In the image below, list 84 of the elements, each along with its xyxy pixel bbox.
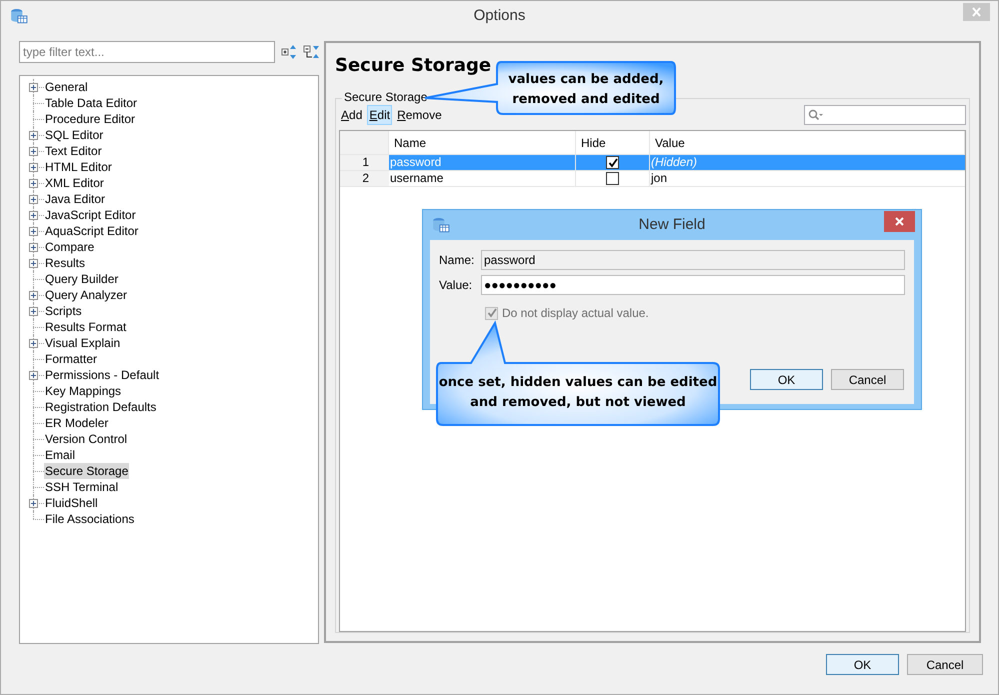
toolbar-button[interactable]: Remove [395, 105, 444, 125]
row-number: 1 [340, 155, 389, 170]
expand-icon[interactable] [29, 83, 38, 92]
tree-item[interactable]: AquaScript Editor [44, 223, 140, 239]
tree-item[interactable]: Formatter [44, 351, 98, 367]
checkbox-label: Do not display actual value. [502, 305, 649, 322]
row-number: 2 [340, 171, 389, 186]
tree-item[interactable]: Scripts [44, 303, 83, 319]
search-field[interactable] [804, 105, 966, 125]
checkmark-icon [486, 308, 496, 318]
tree-item[interactable]: Email [44, 447, 76, 463]
expand-icon[interactable] [29, 259, 38, 268]
field-label: Name: [439, 252, 476, 269]
toolbar-button[interactable]: Add [339, 105, 364, 125]
tree-item[interactable]: HTML Editor [44, 159, 113, 175]
column-header[interactable]: Value [650, 131, 965, 155]
tree-item[interactable]: Results Format [44, 319, 128, 335]
ok-button[interactable]: OK [750, 369, 823, 390]
tree-item[interactable]: FluidShell [44, 495, 99, 511]
expand-icon[interactable] [29, 211, 38, 220]
tree-item[interactable]: SSH Terminal [44, 479, 120, 495]
table-cell-text: (Hidden) [650, 155, 698, 170]
expand-icon[interactable] [29, 291, 38, 300]
tree-item[interactable]: SQL Editor [44, 127, 104, 143]
expand-icon[interactable] [29, 499, 38, 508]
checkmark-icon [608, 158, 618, 168]
cancel-button[interactable]: Cancel [831, 369, 904, 390]
tree-item[interactable]: Java Editor [44, 191, 106, 207]
tree-item[interactable]: File Associations [44, 511, 136, 527]
tree-item[interactable]: JavaScript Editor [44, 207, 137, 223]
page-title: Secure Storage [335, 54, 492, 78]
table-cell: password [389, 155, 576, 170]
expand-icon[interactable] [29, 179, 38, 188]
filter-field[interactable]: type filter text... [19, 41, 275, 63]
tree-item[interactable]: Visual Explain [44, 335, 122, 351]
tree-item[interactable]: Permissions - Default [44, 367, 160, 383]
tree-item[interactable]: Query Builder [44, 271, 120, 287]
tree-item[interactable]: XML Editor [44, 175, 105, 191]
callout-text: values can be added, removed and edited [507, 71, 665, 109]
table-cell-text: jon [650, 171, 668, 186]
dialog-title: New Field [638, 214, 706, 235]
tree-item[interactable]: Table Data Editor [44, 95, 138, 111]
callout-text: once set, hidden values can be edited and removed, but not viewed [438, 374, 718, 412]
cancel-button[interactable]: Cancel [907, 654, 983, 675]
tree-item[interactable]: Key Mappings [44, 383, 122, 399]
expand-icon[interactable] [29, 339, 38, 348]
tree-item[interactable]: Secure Storage [44, 463, 130, 479]
expand-icon[interactable] [29, 131, 38, 140]
hide-checkbox[interactable] [606, 172, 619, 185]
column-header[interactable]: Hide [576, 131, 650, 155]
table-row[interactable]: 1 password (Hidden) [340, 155, 965, 171]
group-title: Secure Storage [342, 90, 430, 105]
ok-button[interactable]: OK [826, 654, 899, 675]
app-icon [432, 216, 450, 234]
input-field[interactable]: ●●●●●●●●●● [481, 275, 905, 295]
table-cell: username [389, 171, 576, 186]
expand-icon[interactable] [29, 371, 38, 380]
tree-item[interactable]: Results [44, 255, 86, 271]
toolbar-button[interactable]: Edit [367, 105, 392, 125]
tree-item[interactable]: ER Modeler [44, 415, 110, 431]
expand-all-icon[interactable] [281, 44, 297, 60]
tree-item[interactable]: Query Analyzer [44, 287, 128, 303]
tree-item[interactable]: Version Control [44, 431, 128, 447]
table-row[interactable]: 2 username jon [340, 171, 965, 187]
expand-icon[interactable] [29, 147, 38, 156]
tree-item[interactable]: Text Editor [44, 143, 103, 159]
expand-icon[interactable] [29, 243, 38, 252]
search-icon [808, 109, 824, 121]
collapse-all-icon[interactable] [303, 44, 319, 60]
close-icon[interactable] [884, 211, 915, 232]
column-header[interactable]: Name [389, 131, 576, 155]
corner-header [340, 131, 389, 155]
tree-item[interactable]: Procedure Editor [44, 111, 136, 127]
expand-icon[interactable] [29, 307, 38, 316]
expand-icon[interactable] [29, 163, 38, 172]
tree-item[interactable]: Compare [44, 239, 96, 255]
tree-item[interactable]: Registration Defaults [44, 399, 158, 415]
expand-icon[interactable] [29, 195, 38, 204]
window-title: Options [474, 6, 526, 26]
field-label: Value: [439, 277, 474, 294]
tree-item[interactable]: General [44, 79, 89, 95]
expand-icon[interactable] [29, 227, 38, 236]
hide-checkbox[interactable] [606, 156, 619, 169]
app-icon [10, 7, 28, 25]
